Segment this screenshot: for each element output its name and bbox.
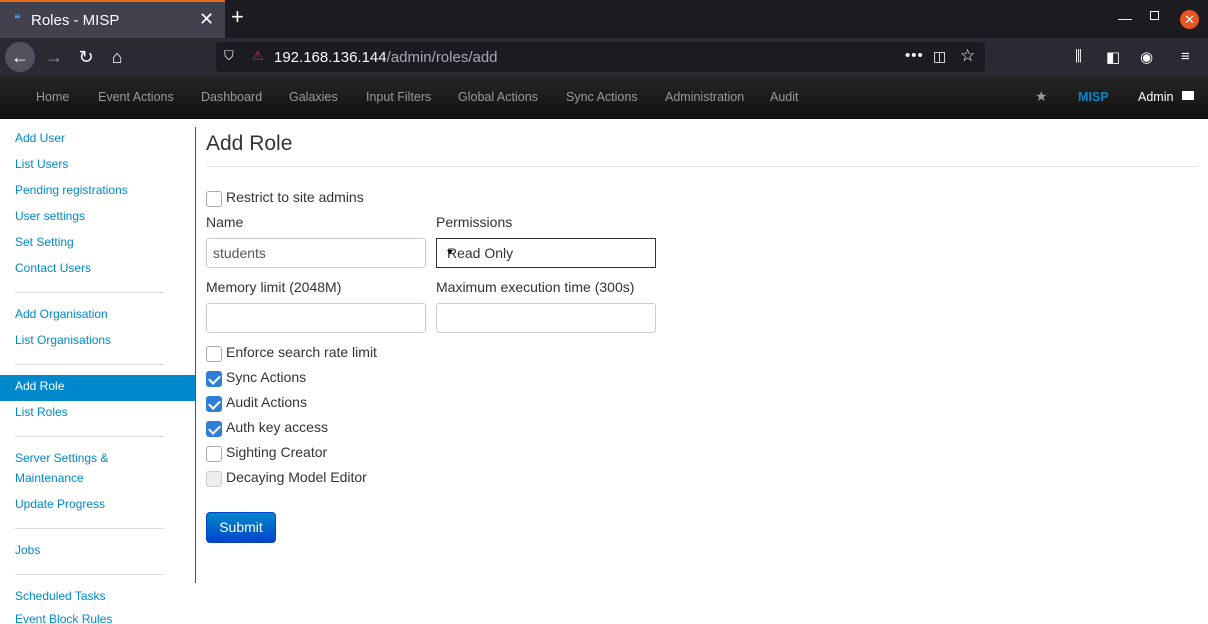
- sighting-creator-checkbox[interactable]: [206, 446, 222, 462]
- enforce-search-rate-limit-checkbox[interactable]: [206, 346, 222, 362]
- sidebar-item-server-settings[interactable]: Server Settings &: [15, 448, 108, 468]
- name-input[interactable]: [206, 238, 426, 268]
- tab-title: Roles - MISP: [31, 12, 120, 29]
- account-icon[interactable]: ◉: [1140, 48, 1153, 66]
- close-window-icon[interactable]: ✕: [1180, 10, 1199, 29]
- minimize-window-icon[interactable]: —: [1118, 10, 1132, 26]
- nav-sync-actions[interactable]: Sync Actions: [566, 90, 638, 104]
- permissions-label: Permissions: [436, 214, 513, 230]
- sidebar-divider: [15, 528, 164, 529]
- misp-brand-link[interactable]: MISP: [1078, 90, 1109, 104]
- home-icon[interactable]: ⌂: [102, 42, 132, 72]
- back-arrow-icon[interactable]: ←: [5, 42, 35, 72]
- decaying-model-editor-checkbox[interactable]: [206, 471, 222, 487]
- hamburger-menu-icon[interactable]: ≡: [1181, 48, 1190, 65]
- reload-icon[interactable]: ↻: [71, 42, 101, 72]
- sync-actions-checkbox[interactable]: [206, 371, 222, 387]
- url-text[interactable]: 192.168.136.144/admin/roles/add: [274, 49, 498, 66]
- sidebar-item-list-users[interactable]: List Users: [15, 154, 68, 174]
- sidebar-divider: [15, 436, 164, 437]
- sidebar-divider: [15, 574, 164, 575]
- sidebar-item-list-roles[interactable]: List Roles: [15, 402, 68, 422]
- decaying-model-editor-label: Decaying Model Editor: [226, 469, 367, 485]
- insecure-lock-icon[interactable]: ⚠: [252, 48, 264, 64]
- sidebar-item-add-organisation[interactable]: Add Organisation: [15, 304, 108, 324]
- sidebar-item-add-role[interactable]: Add Role: [0, 375, 195, 401]
- nav-home[interactable]: Home: [36, 90, 69, 104]
- auth-key-access-label: Auth key access: [226, 419, 328, 435]
- nav-audit[interactable]: Audit: [770, 90, 799, 104]
- sidebar-divider: [15, 364, 164, 365]
- audit-actions-label: Audit Actions: [226, 394, 307, 410]
- memory-limit-label: Memory limit (2048M): [206, 279, 342, 295]
- sidebar-divider: [15, 292, 164, 293]
- sidebar-item-add-user[interactable]: Add User: [15, 128, 65, 148]
- restrict-site-admins-checkbox[interactable]: [206, 191, 222, 207]
- misp-navbar: Home Event Actions Dashboard Galaxies In…: [0, 76, 1208, 119]
- browser-toolbar: ← → ↻ ⌂ ⛉ ⚠ 192.168.136.144/admin/roles/…: [0, 38, 1208, 76]
- bookmark-star-icon[interactable]: ☆: [960, 46, 975, 66]
- browser-tab[interactable]: ❝ Roles - MISP ✕: [0, 0, 225, 38]
- dropdown-arrow-icon: [447, 250, 453, 254]
- enforce-search-rate-limit-label: Enforce search rate limit: [226, 344, 377, 360]
- envelope-icon[interactable]: [1182, 91, 1194, 100]
- sighting-creator-label: Sighting Creator: [226, 444, 328, 460]
- sidebar-item-list-organisations[interactable]: List Organisations: [15, 330, 111, 350]
- sync-actions-label: Sync Actions: [226, 369, 307, 385]
- restrict-site-admins-label: Restrict to site admins: [226, 189, 364, 205]
- permissions-selected-value: Read Only: [447, 245, 514, 261]
- nav-galaxies[interactable]: Galaxies: [289, 90, 338, 104]
- title-divider: [206, 166, 1198, 167]
- nav-event-actions[interactable]: Event Actions: [98, 90, 174, 104]
- sidebar-item-jobs[interactable]: Jobs: [15, 540, 40, 560]
- submit-button[interactable]: Submit: [206, 512, 276, 543]
- sidebar-item-server-settings-cont[interactable]: Maintenance: [15, 468, 84, 488]
- address-bar[interactable]: ⛉ ⚠ 192.168.136.144/admin/roles/add ••• …: [216, 42, 985, 72]
- auth-key-access-checkbox[interactable]: [206, 421, 222, 437]
- nav-global-actions[interactable]: Global Actions: [458, 90, 538, 104]
- memory-limit-input[interactable]: [206, 303, 426, 333]
- close-tab-icon[interactable]: ✕: [199, 10, 214, 28]
- name-label: Name: [206, 214, 244, 230]
- user-menu[interactable]: Admin: [1138, 90, 1173, 104]
- browser-tab-bar: ❝ Roles - MISP ✕ + — ✕: [0, 0, 1208, 38]
- sidebar-item-set-setting[interactable]: Set Setting: [15, 232, 74, 252]
- new-tab-icon[interactable]: +: [231, 6, 244, 28]
- audit-actions-checkbox[interactable]: [206, 396, 222, 412]
- max-execution-time-label: Maximum execution time (300s): [436, 279, 635, 295]
- max-execution-time-input[interactable]: [436, 303, 656, 333]
- sidebar-item-update-progress[interactable]: Update Progress: [15, 494, 105, 514]
- tracking-shield-icon[interactable]: ⛉: [224, 48, 234, 64]
- library-icon[interactable]: ⫼: [1075, 48, 1082, 65]
- page-title: Add Role: [206, 132, 293, 155]
- forward-arrow-icon[interactable]: →: [39, 42, 69, 72]
- nav-dashboard[interactable]: Dashboard: [201, 90, 262, 104]
- nav-administration[interactable]: Administration: [665, 90, 744, 104]
- maximize-window-icon[interactable]: [1150, 11, 1159, 20]
- sidebar-item-event-block-rules[interactable]: Event Block Rules: [15, 609, 112, 624]
- pocket-icon[interactable]: ◫: [933, 48, 946, 65]
- bookmark-star-icon[interactable]: ★: [1035, 88, 1048, 105]
- sidebar-item-pending-registrations[interactable]: Pending registrations: [15, 180, 128, 200]
- page-actions-menu-icon[interactable]: •••: [905, 47, 924, 64]
- nav-input-filters[interactable]: Input Filters: [366, 90, 431, 104]
- misp-favicon-icon: ❝: [14, 12, 21, 26]
- sidebar-item-contact-users[interactable]: Contact Users: [15, 258, 91, 278]
- permissions-select[interactable]: Read Only: [436, 238, 656, 268]
- sidebar-item-user-settings[interactable]: User settings: [15, 206, 85, 226]
- admin-sidebar: Add User List Users Pending registration…: [0, 127, 196, 583]
- sidebar-item-scheduled-tasks[interactable]: Scheduled Tasks: [15, 586, 106, 606]
- sidebar-toggle-icon[interactable]: ◧: [1106, 48, 1120, 66]
